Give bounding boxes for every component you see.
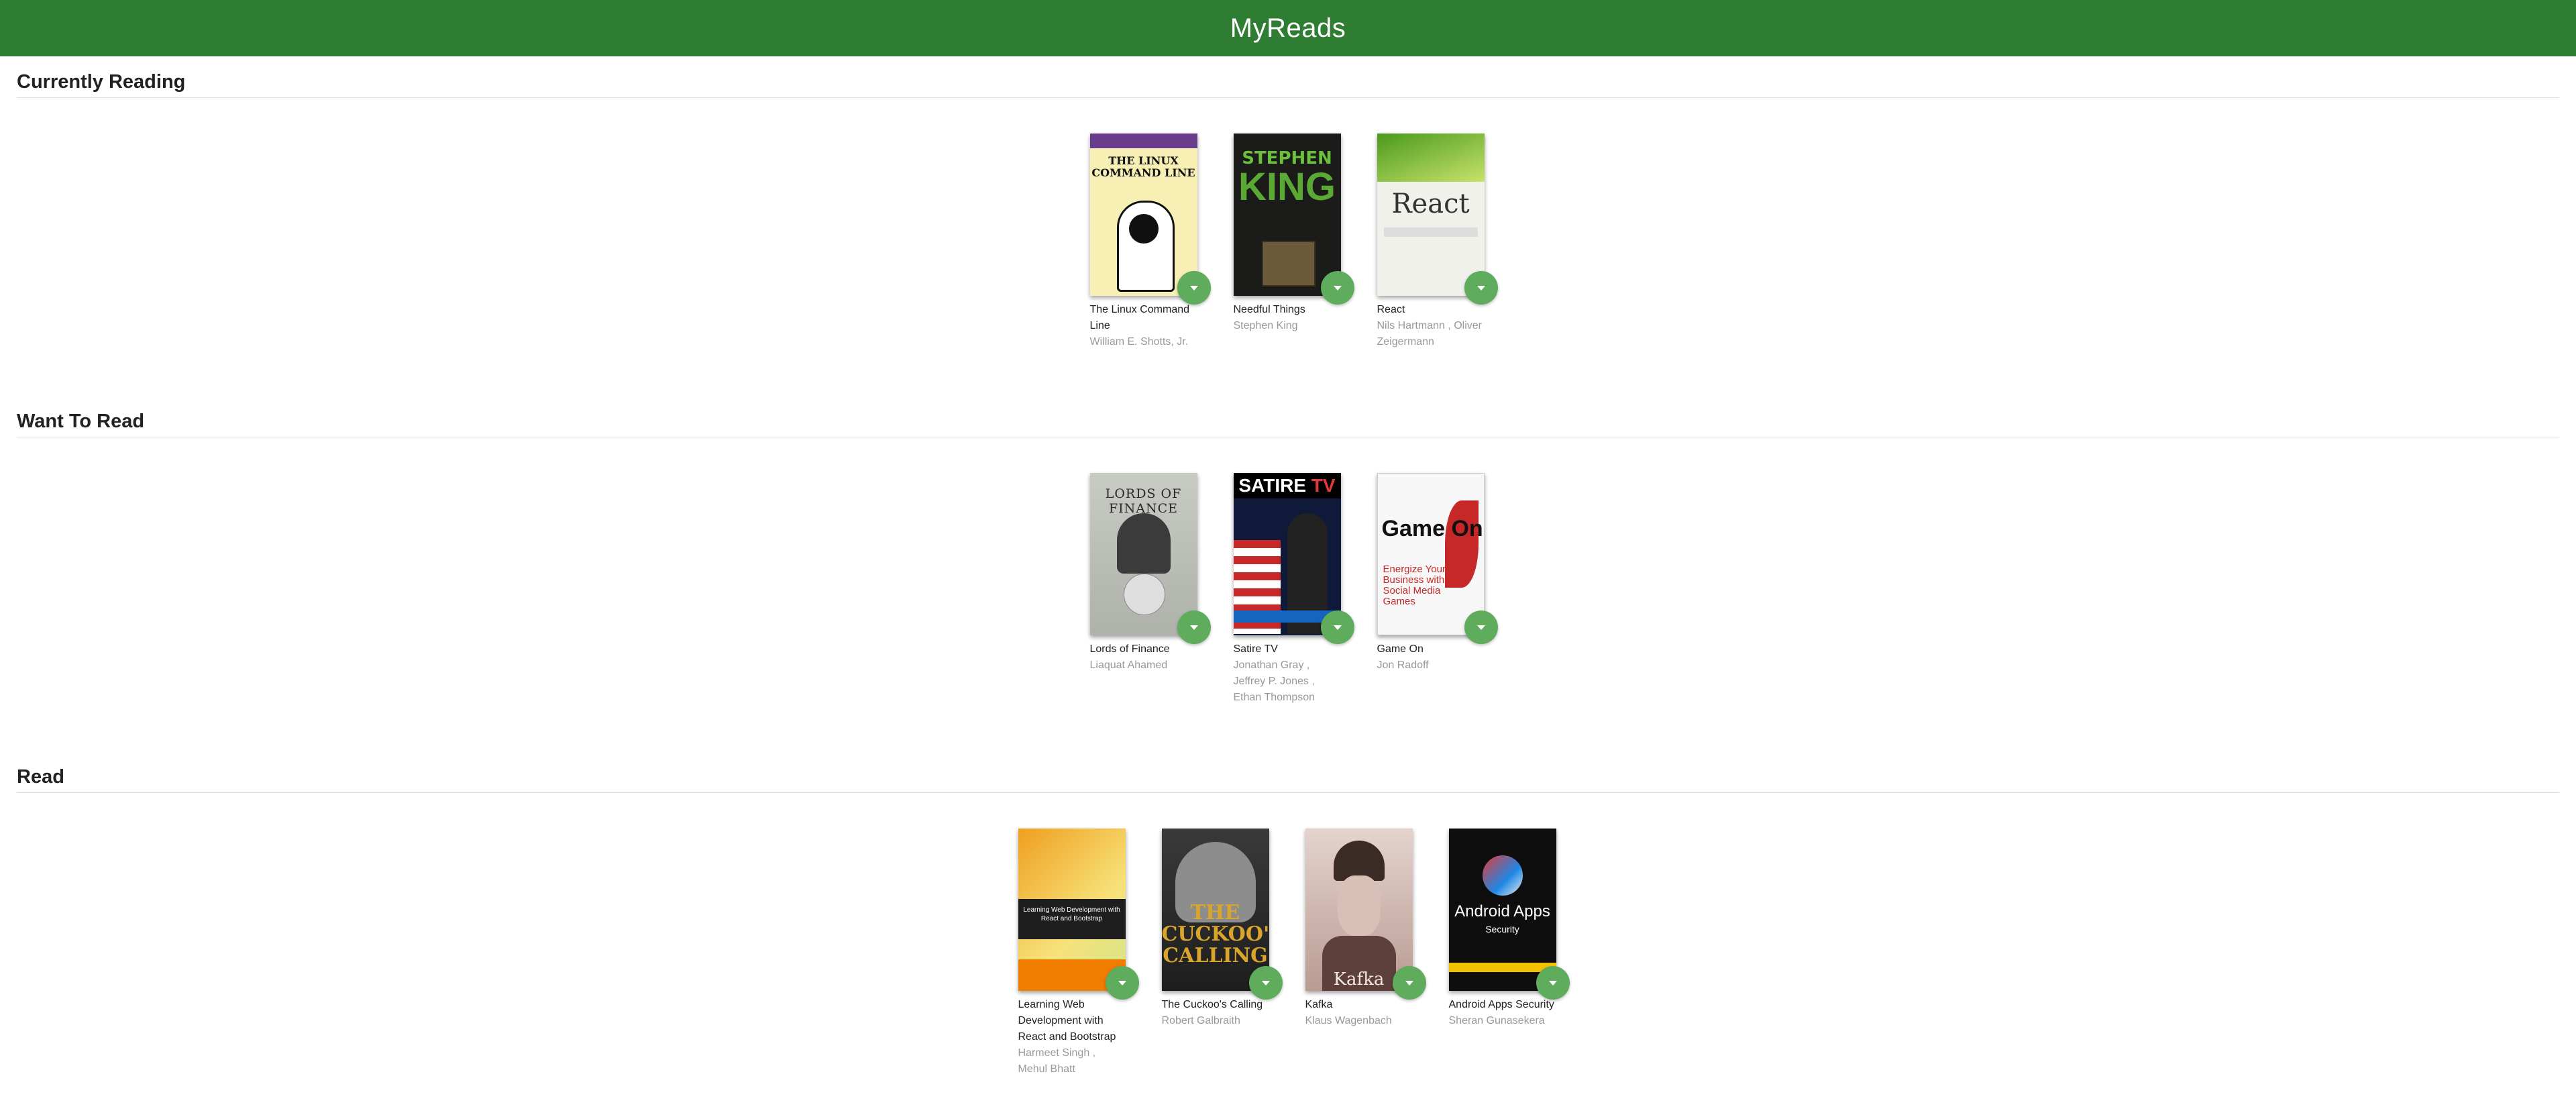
book-title: React	[1377, 304, 1405, 315]
caret-down-icon	[1333, 285, 1342, 290]
book-authors: Klaus Wagenbach	[1305, 1015, 1392, 1026]
book-cover[interactable]: SATIRE TV	[1233, 473, 1341, 635]
book-cover[interactable]: Kafka	[1305, 829, 1413, 991]
shelf-changer-button[interactable]	[1392, 966, 1426, 1000]
caret-down-icon	[1548, 980, 1557, 986]
shelf-read: Read Learning Web Development with React…	[17, 766, 2559, 1075]
book-cover[interactable]: THE LINUX COMMAND LINE	[1089, 134, 1197, 296]
book-cover[interactable]: STEPHEN KING	[1233, 134, 1341, 296]
cover-text: Game On	[1381, 516, 1483, 541]
book[interactable]: SATIRE TV Satire TV Jonathan Gray , Jeff…	[1233, 473, 1354, 706]
book-authors: Nils Hartmann , Oliver Zeigermann	[1377, 320, 1482, 348]
book-authors: William E. Shotts, Jr.	[1089, 336, 1189, 348]
app-header: MyReads	[0, 0, 2576, 56]
cover-text: COMMAND LINE	[1091, 166, 1195, 179]
shelf-books: THE LINUX COMMAND LINE The Linux Command…	[17, 134, 2559, 350]
app-title: MyReads	[1230, 13, 1346, 43]
book-authors: Robert Galbraith	[1161, 1015, 1240, 1026]
shelf-changer-button[interactable]	[1464, 610, 1498, 644]
shelf-changer-button[interactable]	[1177, 271, 1211, 305]
shelf-title: Read	[17, 766, 2559, 793]
book[interactable]: React React Nils Hartmann , Oliver Zeige…	[1377, 134, 1498, 350]
book[interactable]: Android Apps Security Android Apps Secur…	[1448, 829, 1570, 1077]
shelf-books: LORDS OF FINANCE Lords of Finance Liaqua…	[17, 473, 2559, 706]
shelf-changer-button[interactable]	[1105, 966, 1139, 1000]
book[interactable]: LORDS OF FINANCE Lords of Finance Liaqua…	[1089, 473, 1211, 706]
shelf-want-to-read: Want To Read LORDS OF FINANCE Lords of F…	[17, 411, 2559, 703]
caret-down-icon	[1405, 980, 1413, 986]
book-cover[interactable]: LORDS OF FINANCE	[1089, 473, 1197, 635]
shelf-books: Learning Web Development with React and …	[17, 829, 2559, 1077]
book-authors: Liaquat Ahamed	[1089, 659, 1168, 671]
cover-text: TV	[1311, 475, 1336, 496]
book-cover[interactable]: Game On Energize Your Business with Soci…	[1377, 473, 1485, 635]
caret-down-icon	[1118, 980, 1126, 986]
caret-down-icon	[1189, 625, 1198, 630]
book-title: Needful Things	[1233, 304, 1305, 315]
book-title: Android Apps Security	[1448, 999, 1554, 1010]
book-cover[interactable]: Android Apps Security	[1448, 829, 1556, 991]
book-title: Game On	[1377, 643, 1424, 655]
shelf-changer-button[interactable]	[1464, 271, 1498, 305]
book-authors: Sheran Gunasekera	[1448, 1015, 1545, 1026]
book[interactable]: Kafka Kafka Klaus Wagenbach	[1305, 829, 1426, 1077]
shelf-changer-button[interactable]	[1536, 966, 1570, 1000]
shelf-title: Want To Read	[17, 411, 2559, 437]
book[interactable]: STEPHEN KING Needful Things Stephen King	[1233, 134, 1354, 350]
book-cover[interactable]: Learning Web Development with React and …	[1018, 829, 1126, 991]
cover-text: LORDS OF FINANCE	[1105, 486, 1182, 516]
book-title: Lords of Finance	[1089, 643, 1170, 655]
book-title: The Cuckoo's Calling	[1161, 999, 1263, 1010]
book-cover[interactable]: React	[1377, 134, 1485, 296]
caret-down-icon	[1261, 980, 1270, 986]
caret-down-icon	[1189, 285, 1198, 290]
shelf-title: Currently Reading	[17, 71, 2559, 98]
cover-text: SATIRE	[1238, 475, 1307, 496]
book-authors: Stephen King	[1233, 320, 1298, 331]
cover-text: Learning Web Development with React and …	[1018, 899, 1126, 939]
shelf-changer-button[interactable]	[1320, 610, 1354, 644]
book-title: The Linux Command Line	[1089, 304, 1190, 331]
caret-down-icon	[1477, 285, 1485, 290]
book[interactable]: Learning Web Development with React and …	[1018, 829, 1139, 1077]
book-title: Satire TV	[1233, 643, 1278, 655]
book-authors: Harmeet Singh , Mehul Bhatt	[1018, 1047, 1096, 1075]
cover-text: THE LINUX	[1108, 154, 1179, 167]
book-authors: Jon Radoff	[1377, 659, 1429, 671]
caret-down-icon	[1333, 625, 1342, 630]
book[interactable]: Game On Energize Your Business with Soci…	[1377, 473, 1498, 706]
book[interactable]: THE LINUX COMMAND LINE The Linux Command…	[1089, 134, 1211, 350]
shelf-changer-button[interactable]	[1320, 271, 1354, 305]
book-title: Learning Web Development with React and …	[1018, 999, 1116, 1043]
caret-down-icon	[1477, 625, 1485, 630]
cover-text: React	[1391, 189, 1470, 219]
book-title: Kafka	[1305, 999, 1333, 1010]
book[interactable]: THE CUCKOO'S CALLING The Cuckoo's Callin…	[1161, 829, 1283, 1077]
book-cover[interactable]: THE CUCKOO'S CALLING	[1161, 829, 1269, 991]
cover-text: THE CUCKOO'S CALLING	[1161, 901, 1269, 967]
cover-text: Energize Your Business with Social Media…	[1383, 564, 1446, 607]
cover-text: Security	[1485, 924, 1519, 935]
shelf-changer-button[interactable]	[1248, 966, 1283, 1000]
shelf-currently-reading: Currently Reading THE LINUX COMMAND LINE…	[17, 71, 2559, 348]
book-authors: Jonathan Gray , Jeffrey P. Jones , Ethan…	[1233, 659, 1316, 703]
cover-text: KING	[1238, 165, 1336, 209]
cover-text: Android Apps	[1454, 902, 1550, 920]
shelf-changer-button[interactable]	[1177, 610, 1211, 644]
